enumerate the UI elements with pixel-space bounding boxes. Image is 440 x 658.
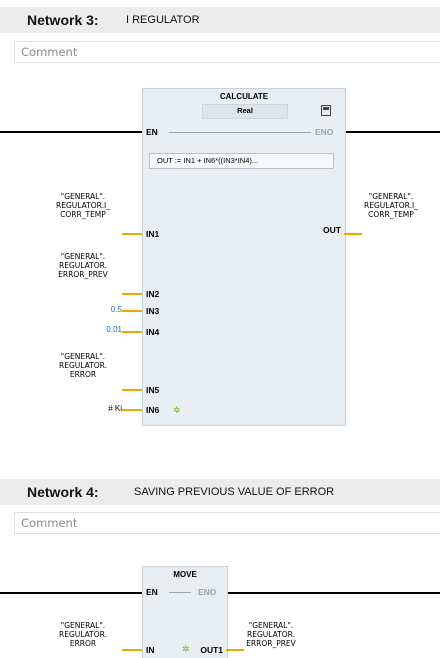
move-in-operand-line: "GENERAL".	[60, 621, 106, 630]
power-rail-left	[0, 592, 142, 594]
in5-operand-line: "GENERAL".	[60, 352, 106, 361]
invert-star-icon[interactable]: ✲	[173, 406, 181, 415]
in4-constant[interactable]: 0.01	[106, 325, 122, 334]
calculate-block-name: CALCULATE	[219, 92, 269, 101]
move-out1-operand-line: "GENERAL".	[248, 621, 294, 630]
calculate-block[interactable]: CALCULATE Real EN ENO OUT := IN1 + IN6*(…	[142, 88, 346, 426]
network-4-comment-field[interactable]: Comment	[14, 512, 440, 534]
power-rail-left	[0, 131, 142, 133]
in5-stub	[122, 389, 142, 391]
pin-in4[interactable]: IN4	[146, 327, 159, 337]
network-4-comment-placeholder: Comment	[21, 516, 78, 530]
in1-operand-line: CORR_TEMP	[60, 210, 106, 219]
in6-local-constant[interactable]: # Ki	[108, 404, 122, 413]
pin-in1[interactable]: IN1	[146, 229, 159, 239]
move-out1-operand[interactable]: "GENERAL". REGULATOR. ERROR_PREV	[232, 621, 310, 648]
calculate-type-selector[interactable]: Real	[202, 104, 288, 119]
in2-operand-line: ERROR_PREV	[58, 270, 108, 279]
out-stub	[344, 233, 362, 235]
pin-in6[interactable]: IN6	[146, 405, 159, 415]
in2-operand[interactable]: "GENERAL". REGULATOR. ERROR_PREV	[30, 252, 136, 279]
move-block[interactable]: MOVE EN ENO IN ✲ OUT1	[142, 566, 228, 658]
calculator-edit-icon[interactable]	[321, 105, 331, 116]
network-4-header[interactable]: Network 4: SAVING PREVIOUS VALUE OF ERRO…	[0, 479, 440, 505]
power-rail-right	[344, 131, 440, 133]
pin-in[interactable]: IN	[146, 645, 155, 655]
out-operand[interactable]: "GENERAL". REGULATOR.I_ CORR_TEMP	[352, 192, 430, 219]
move-out1-operand-line: REGULATOR.	[247, 630, 295, 639]
in2-operand-line: "GENERAL".	[60, 252, 106, 261]
in1-stub	[122, 233, 142, 235]
in5-operand-line: ERROR	[69, 370, 97, 379]
calculate-formula[interactable]: OUT := IN1 + IN6*((IN3*IN4)...	[149, 153, 334, 169]
in3-constant[interactable]: 0.5	[111, 305, 122, 314]
in1-operand-line: "GENERAL".	[60, 192, 106, 201]
move-in-operand[interactable]: "GENERAL". REGULATOR. ERROR	[30, 621, 136, 648]
pin-en[interactable]: EN	[146, 587, 158, 597]
network-4-title[interactable]: SAVING PREVIOUS VALUE OF ERROR	[134, 486, 334, 498]
en-eno-line	[169, 132, 311, 133]
out-operand-line: REGULATOR.I_	[364, 201, 418, 210]
network-3-comment-placeholder: Comment	[21, 45, 78, 59]
pin-eno[interactable]: ENO	[198, 587, 216, 597]
pin-in5[interactable]: IN5	[146, 385, 159, 395]
in5-operand-line: REGULATOR.	[59, 361, 107, 370]
in6-stub	[122, 409, 142, 411]
in3-stub	[122, 310, 142, 312]
move-block-name: MOVE	[173, 570, 197, 579]
in1-operand[interactable]: "GENERAL". REGULATOR.I_ CORR_TEMP	[30, 192, 136, 219]
calculate-type-label: Real	[237, 106, 253, 115]
en-eno-line	[169, 592, 191, 593]
move-out1-stub	[226, 649, 244, 651]
calculate-formula-text: OUT := IN1 + IN6*((IN3*IN4)...	[157, 156, 259, 165]
in5-operand[interactable]: "GENERAL". REGULATOR. ERROR	[30, 352, 136, 379]
pin-eno[interactable]: ENO	[315, 127, 333, 137]
network-4-number: Network 4:	[27, 484, 99, 500]
power-rail-right	[226, 592, 440, 594]
move-in-operand-line: REGULATOR.	[59, 630, 107, 639]
pin-in2[interactable]: IN2	[146, 289, 159, 299]
network-3-number: Network 3:	[27, 12, 99, 28]
move-in-stub	[122, 649, 142, 651]
out-operand-line: "GENERAL".	[368, 192, 414, 201]
network-3-header[interactable]: Network 3: I REGULATOR	[0, 7, 440, 33]
network-3-title[interactable]: I REGULATOR	[126, 14, 200, 26]
in2-stub	[122, 293, 142, 295]
in2-operand-line: REGULATOR.	[59, 261, 107, 270]
pin-in3[interactable]: IN3	[146, 306, 159, 316]
invert-star-icon[interactable]: ✲	[182, 645, 190, 654]
pin-out[interactable]: OUT	[323, 225, 341, 235]
network-3-comment-field[interactable]: Comment	[14, 41, 440, 63]
out-operand-line: CORR_TEMP	[368, 210, 414, 219]
move-in-operand-line: ERROR	[69, 639, 97, 648]
in4-stub	[122, 331, 142, 333]
in1-operand-line: REGULATOR.I_	[56, 201, 110, 210]
pin-en[interactable]: EN	[146, 127, 158, 137]
pin-out1[interactable]: OUT1	[200, 645, 223, 655]
move-out1-operand-line: ERROR_PREV	[246, 639, 296, 648]
